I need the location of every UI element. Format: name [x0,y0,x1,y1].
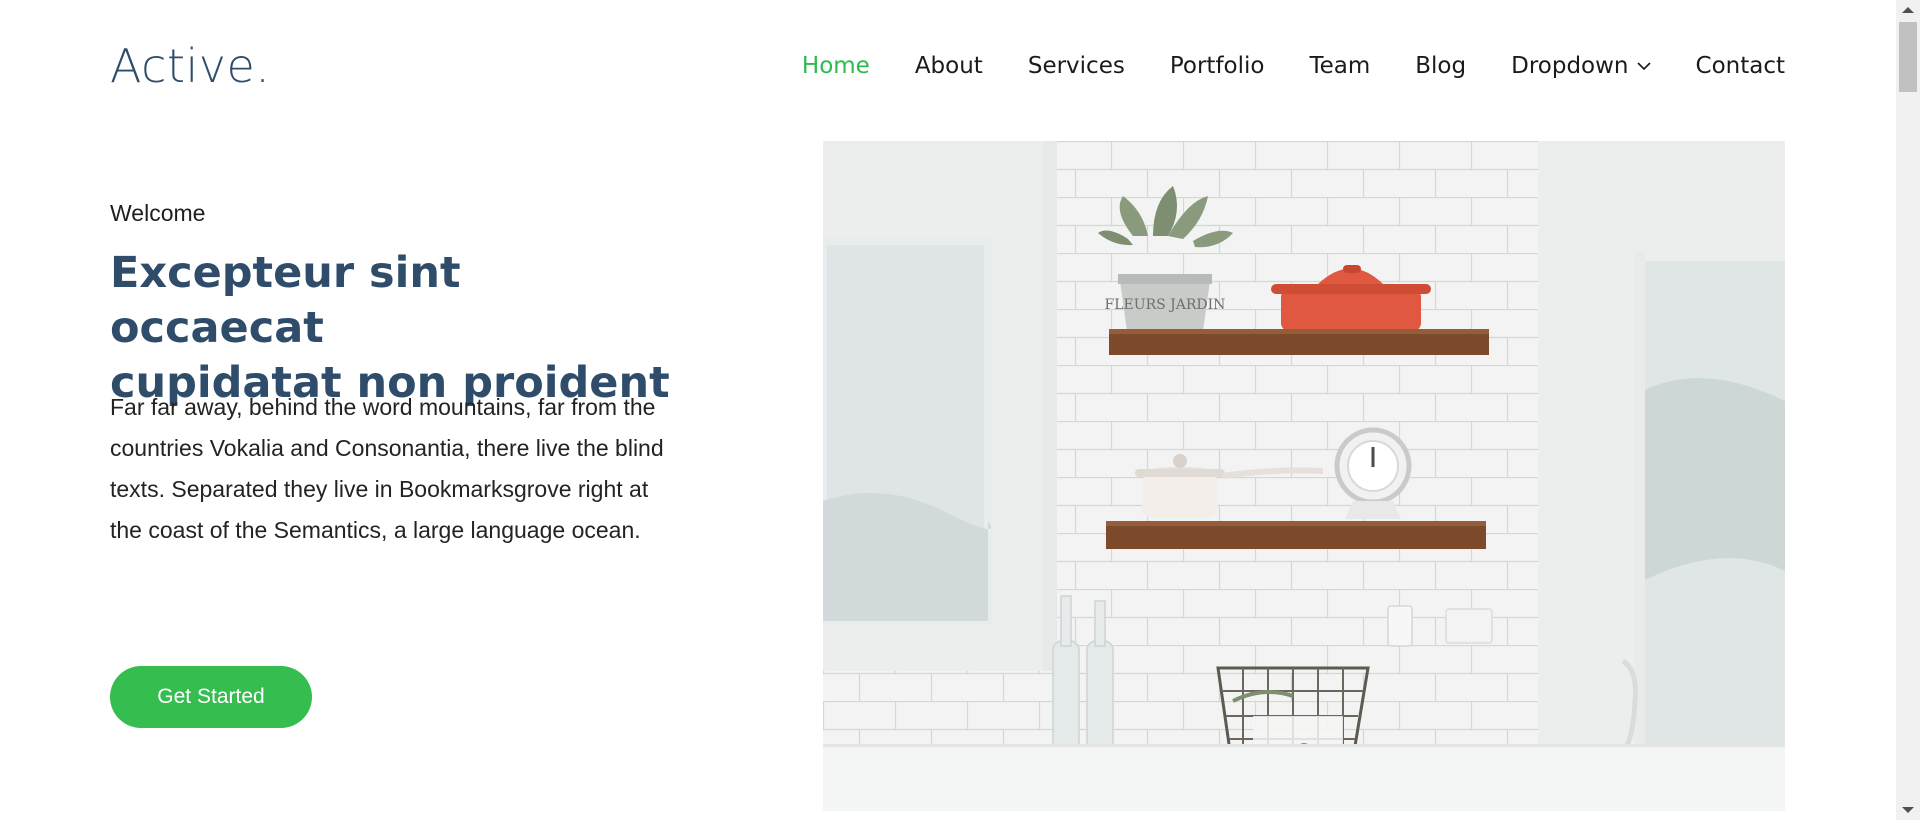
scroll-thumb[interactable] [1899,22,1917,92]
hero-image: FLEURS JARDIN [823,141,1785,811]
hero-title-line1: Excepteur sint occaecat [110,248,461,353]
get-started-button[interactable]: Get Started [110,666,312,728]
nav-services[interactable]: Services [1028,48,1125,84]
hero-welcome: Welcome [110,200,206,226]
vertical-scrollbar[interactable] [1896,0,1920,820]
site-logo[interactable]: Active. [110,38,270,94]
main-nav: Home About Services Portfolio Team Blog … [802,48,1785,84]
page: Active. Home About Services Portfolio Te… [0,0,1920,820]
scroll-up-arrow-icon[interactable] [1902,7,1914,13]
hero-description: Far far away, behind the word mountains,… [110,394,664,543]
scroll-down-arrow-icon[interactable] [1902,807,1914,813]
pot-label: FLEURS JARDIN [1105,297,1226,313]
nav-team[interactable]: Team [1309,48,1370,84]
nav-dropdown-label: Dropdown [1511,53,1629,79]
chevron-down-icon [1636,61,1651,71]
nav-home[interactable]: Home [802,48,870,84]
nav-contact[interactable]: Contact [1696,48,1785,84]
nav-dropdown[interactable]: Dropdown [1511,48,1651,84]
nav-portfolio[interactable]: Portfolio [1170,48,1265,84]
kitchen-shelves-illustration: FLEURS JARDIN [823,141,1785,811]
nav-about[interactable]: About [915,48,983,84]
nav-blog[interactable]: Blog [1415,48,1466,84]
